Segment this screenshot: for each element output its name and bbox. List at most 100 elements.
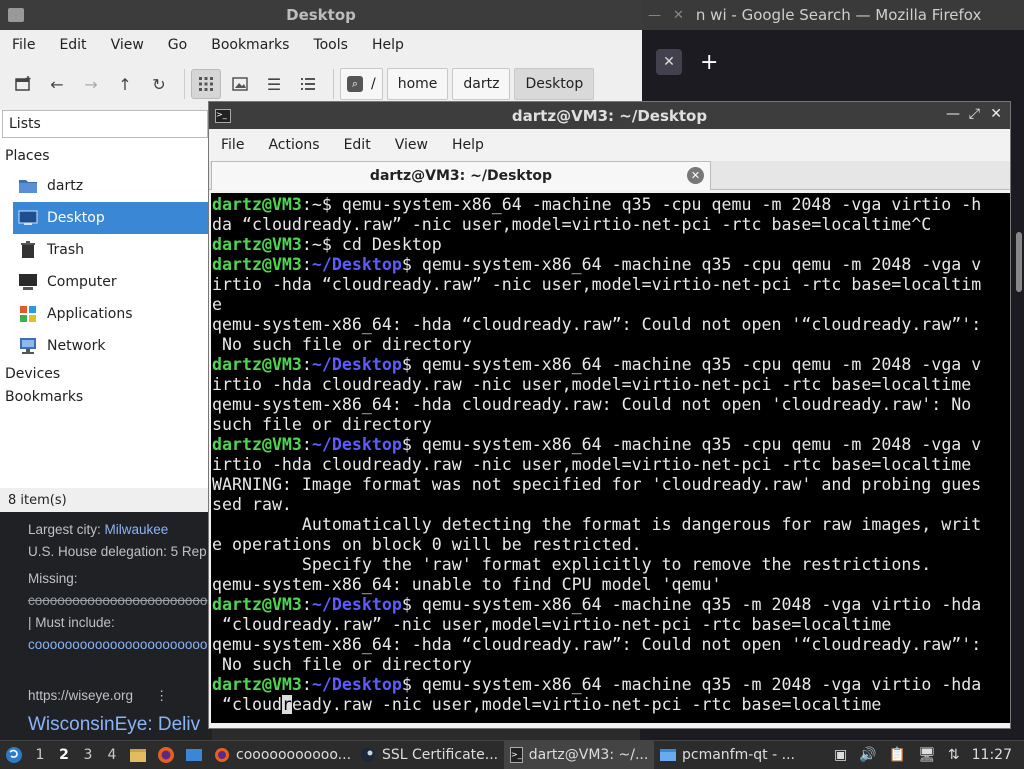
terminal-tab-label: dartz@VM3: ~/Desktop bbox=[369, 168, 553, 184]
sidebar-item-applications[interactable]: Applications bbox=[0, 298, 210, 330]
path-root-button[interactable]: ⌕ / bbox=[340, 68, 383, 100]
terminal-text: e operations on block 0 will be restrict… bbox=[212, 535, 642, 554]
terminal-icon: >_ bbox=[510, 746, 523, 763]
firefox-scrollbar[interactable] bbox=[1016, 232, 1022, 292]
terminal-text: da “cloudready.raw” -nic user,model=virt… bbox=[212, 215, 932, 234]
terminal-text: ~/Desktop bbox=[311, 675, 402, 694]
bookmarks-header[interactable]: Bookmarks bbox=[0, 385, 210, 408]
menu-actions[interactable]: Actions bbox=[256, 137, 331, 153]
workspace-3[interactable]: 3 bbox=[76, 747, 100, 763]
new-tab-icon[interactable] bbox=[8, 69, 38, 99]
tab-close-button[interactable]: ✕ bbox=[656, 49, 682, 75]
terminal-text: such file or directory bbox=[212, 415, 432, 434]
close-icon[interactable]: ✕ bbox=[990, 106, 1002, 122]
path-home-button[interactable]: home bbox=[386, 68, 449, 100]
terminal-tabbar: dartz@VM3: ~/Desktop ✕ bbox=[209, 161, 1010, 190]
maximize-icon[interactable]: ⤢ bbox=[969, 106, 980, 122]
close-icon[interactable]: ✕ bbox=[673, 8, 684, 23]
task-pcmanfm[interactable]: pcmanfm-qt - ... bbox=[654, 741, 806, 769]
task-label: dartz@VM3: ~/... bbox=[528, 746, 649, 763]
task-firefox[interactable]: cooooooooooo... bbox=[208, 741, 354, 769]
sidebar-item-network[interactable]: Network bbox=[0, 330, 210, 362]
sidebar-mode-select[interactable]: Lists bbox=[2, 110, 208, 138]
terminal-line: dartz@VM3:~/Desktop$ qemu-system-x86_64 … bbox=[212, 435, 1010, 455]
terminal-titlebar[interactable]: >_ dartz@VM3: ~/Desktop — ⤢ ✕ bbox=[209, 102, 1010, 129]
screenshot-icon[interactable]: ▣ bbox=[834, 747, 847, 763]
places-header[interactable]: Places bbox=[0, 138, 210, 170]
display-icon[interactable]: 🖥 bbox=[918, 747, 936, 763]
icon-view-icon[interactable] bbox=[191, 69, 221, 99]
terminal-line: e operations on block 0 will be restrict… bbox=[212, 535, 1010, 555]
workspace-4[interactable]: 4 bbox=[100, 747, 124, 763]
task-terminal[interactable]: >_ dartz@VM3: ~/... bbox=[504, 740, 654, 769]
clipboard-icon[interactable]: 📋 bbox=[889, 747, 906, 763]
terminal-line: e bbox=[212, 295, 1010, 315]
terminal-line: dartz@VM3:~/Desktop$ qemu-system-x86_64 … bbox=[212, 355, 1010, 375]
terminal-text: $ qemu-system-x86_64 -machine q35 -m 204… bbox=[401, 595, 982, 614]
path-desktop-button[interactable]: Desktop bbox=[514, 68, 595, 100]
sidebar-item-trash[interactable]: Trash bbox=[0, 234, 210, 266]
terminal-tab[interactable]: dartz@VM3: ~/Desktop ✕ bbox=[211, 161, 711, 190]
terminal-line: irtio -hda “cloudready.raw” -nic user,mo… bbox=[212, 275, 1010, 295]
menu-go[interactable]: Go bbox=[156, 37, 199, 53]
file-manager-title: Desktop bbox=[286, 6, 356, 24]
minimize-icon[interactable]: — bbox=[648, 8, 661, 23]
detailed-list-icon[interactable] bbox=[293, 69, 323, 99]
menu-file[interactable]: File bbox=[209, 137, 256, 153]
more-options-icon[interactable]: ⋮ bbox=[155, 688, 169, 703]
forward-arrow-icon[interactable]: → bbox=[76, 69, 106, 99]
terminal-text: dartz@VM3 bbox=[212, 235, 302, 254]
thumbnail-view-icon[interactable] bbox=[225, 69, 255, 99]
file-manager-launcher-icon[interactable] bbox=[128, 746, 148, 764]
must-include-label: | Must include: bbox=[28, 615, 115, 630]
path-dartz-button[interactable]: dartz bbox=[452, 68, 511, 100]
sidebar-item-desktop[interactable]: Desktop bbox=[13, 202, 210, 234]
missing-value: cooooooooooooooooooooooo bbox=[28, 593, 208, 608]
sidebar-item-dartz[interactable]: dartz bbox=[0, 170, 210, 202]
terminal-output[interactable]: dartz@VM3 :~$ qemu-system-x86_64 -machine… bbox=[211, 193, 1010, 723]
terminal-line: dartz@VM3:~$ qemu-system-x86_64 -machine… bbox=[212, 195, 1010, 215]
terminal-text: :~$ qemu-system-x86_64 -machine q35 -cpu… bbox=[301, 195, 982, 214]
firefox-titlebar[interactable]: — ✕ n wi - Google Search — Mozilla Firef… bbox=[640, 0, 1024, 30]
terminal-line: sed raw. bbox=[212, 495, 1010, 515]
largest-city-link[interactable]: Milwaukee bbox=[105, 522, 169, 537]
terminal-text: dartz@VM3 bbox=[212, 675, 302, 694]
clock[interactable]: 11:27 bbox=[972, 747, 1012, 763]
terminal-text: ~/Desktop bbox=[311, 255, 402, 274]
menu-edit[interactable]: Edit bbox=[332, 137, 383, 153]
new-tab-button[interactable]: + bbox=[700, 50, 718, 75]
terminal-text: : bbox=[301, 675, 312, 694]
menu-view[interactable]: View bbox=[99, 37, 156, 53]
up-arrow-icon[interactable]: ↑ bbox=[110, 69, 140, 99]
must-include-link[interactable]: cooooooooooooooooooooooo bbox=[28, 637, 207, 652]
firefox-launcher-icon[interactable] bbox=[156, 746, 176, 764]
workspace-1[interactable]: 1 bbox=[28, 747, 52, 763]
menu-bookmarks[interactable]: Bookmarks bbox=[199, 37, 301, 53]
close-icon[interactable]: ✕ bbox=[687, 167, 704, 184]
menu-help[interactable]: Help bbox=[360, 37, 416, 53]
volume-icon[interactable]: 🔊 bbox=[859, 747, 876, 763]
sidebar-item-computer[interactable]: Computer bbox=[0, 266, 210, 298]
workspace-2[interactable]: 2 bbox=[52, 747, 76, 763]
terminal-text: sed raw. bbox=[212, 495, 292, 514]
taskbar: 1 2 3 4 cooooooooooo... SSL Certificate.… bbox=[0, 740, 1024, 769]
reload-icon[interactable]: ↻ bbox=[144, 69, 174, 99]
menu-tools[interactable]: Tools bbox=[301, 37, 360, 53]
terminal-text: irtio -hda cloudready.raw -nic user,mode… bbox=[212, 455, 972, 474]
minimize-icon[interactable]: — bbox=[946, 106, 960, 122]
start-menu-icon[interactable] bbox=[0, 741, 28, 769]
show-desktop-icon[interactable] bbox=[184, 746, 204, 764]
back-arrow-icon[interactable]: ← bbox=[42, 69, 72, 99]
devices-header[interactable]: Devices bbox=[0, 362, 210, 385]
terminal-text: No such file or directory bbox=[212, 335, 472, 354]
menu-edit[interactable]: Edit bbox=[47, 37, 98, 53]
menu-file[interactable]: File bbox=[0, 37, 47, 53]
menu-view[interactable]: View bbox=[383, 137, 440, 153]
compact-view-icon[interactable]: ☰ bbox=[259, 69, 289, 99]
menu-help[interactable]: Help bbox=[440, 137, 496, 153]
terminal-title: dartz@VM3: ~/Desktop bbox=[511, 106, 708, 125]
task-ssl-certificate[interactable]: SSL Certificate... bbox=[354, 741, 504, 769]
result-title-link[interactable]: WisconsinEye: Deliv bbox=[28, 714, 200, 736]
network-tray-icon[interactable]: ⇅ bbox=[948, 747, 960, 763]
file-manager-titlebar[interactable]: Desktop bbox=[0, 0, 642, 30]
